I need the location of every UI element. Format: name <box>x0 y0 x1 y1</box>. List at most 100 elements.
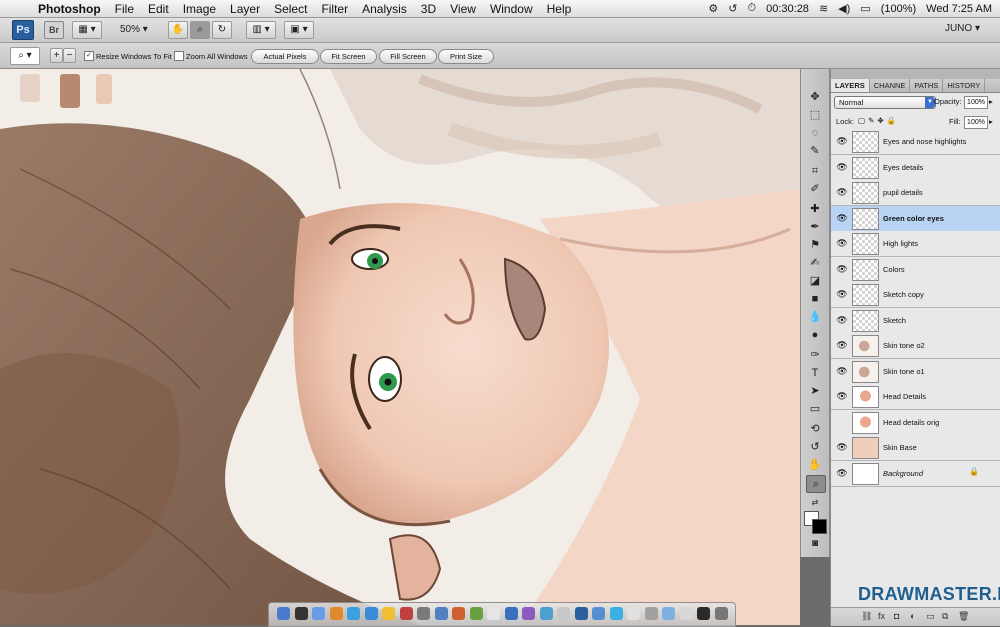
eye-icon[interactable]: 👁 <box>836 441 848 453</box>
eye-icon[interactable]: 👁 <box>836 339 848 351</box>
screen-mode-button[interactable]: ▣ ▾ <box>284 21 314 39</box>
workspace-switcher[interactable]: JUNO ▾ <box>945 23 980 34</box>
zoom-in-mode-button[interactable]: + <box>50 48 63 63</box>
history-brush-tool-icon[interactable]: ✍ <box>806 255 824 271</box>
menu-edit[interactable]: Edit <box>148 2 169 16</box>
dock-app-icon[interactable] <box>557 607 570 620</box>
move-tool-icon[interactable]: ✥ <box>806 89 824 105</box>
eye-icon[interactable]: 👁 <box>836 288 848 300</box>
rotate-view-button[interactable]: ↻ <box>212 21 232 39</box>
menu-help[interactable]: Help <box>547 2 572 16</box>
dock-app-icon[interactable] <box>504 607 518 620</box>
dock-app-icon[interactable] <box>487 607 500 620</box>
menu-select[interactable]: Select <box>274 2 307 16</box>
lock-pixels-icon[interactable]: ✎ <box>868 116 874 125</box>
menu-view[interactable]: View <box>450 2 476 16</box>
battery-icon[interactable]: ▭ <box>860 2 870 15</box>
dock-app-icon[interactable] <box>592 607 605 620</box>
type-tool-icon[interactable]: T <box>806 365 824 381</box>
dodge-tool-icon[interactable]: ● <box>806 327 824 343</box>
dock-app-icon[interactable] <box>347 607 360 620</box>
dock-app-icon[interactable] <box>522 607 535 620</box>
delete-layer-icon[interactable]: 🗑 <box>958 611 969 622</box>
menu-image[interactable]: Image <box>183 2 216 16</box>
dock-app-icon[interactable] <box>679 607 693 620</box>
tab-history[interactable]: HISTORY <box>943 79 986 92</box>
layer-row[interactable]: 👁 Sketch copy <box>831 282 1000 308</box>
eye-icon[interactable]: 👁 <box>836 135 848 147</box>
clone-stamp-tool-icon[interactable]: ⚑ <box>806 237 824 253</box>
dock-app-icon[interactable] <box>609 607 623 620</box>
dock-app-icon[interactable] <box>469 607 483 620</box>
menu-3d[interactable]: 3D <box>421 2 436 16</box>
zoom-tool-icon[interactable]: ⌕ <box>806 475 826 493</box>
eye-icon[interactable]: 👁 <box>836 390 848 402</box>
menu-file[interactable]: File <box>115 2 134 16</box>
opacity-field[interactable]: 100% <box>964 96 988 109</box>
layer-row[interactable]: 👁 Colors <box>831 256 1000 283</box>
gradient-tool-icon[interactable]: ■ <box>806 291 824 307</box>
menu-analysis[interactable]: Analysis <box>362 2 407 16</box>
lock-transparency-icon[interactable]: ▢ <box>858 116 865 125</box>
print-size-button[interactable]: Print Size <box>438 49 494 64</box>
3d-rotate-tool-icon[interactable]: ⟲ <box>806 421 824 437</box>
fill-field[interactable]: 100% <box>964 116 988 129</box>
eye-icon[interactable]: 👁 <box>836 365 848 377</box>
adjustment-layer-icon[interactable]: ◐ <box>910 611 915 621</box>
fill-slider-button[interactable]: ▸ <box>989 117 993 126</box>
zoom-out-mode-button[interactable]: − <box>63 48 76 63</box>
marquee-tool-icon[interactable]: ⬚ <box>806 107 824 123</box>
quick-select-tool-icon[interactable]: ✎ <box>806 143 824 159</box>
view-extras-button[interactable]: ▦ ▾ <box>72 21 102 39</box>
fit-screen-button[interactable]: Fit Screen <box>320 49 377 64</box>
volume-icon[interactable]: ◀) <box>838 2 850 15</box>
clock-text[interactable]: Wed 7:25 AM <box>926 3 992 15</box>
creative-cloud-icon[interactable]: ⚙ <box>708 2 718 15</box>
3d-orbit-tool-icon[interactable]: ↺ <box>806 439 824 455</box>
layer-row[interactable]: 👁 pupil details <box>831 180 1000 206</box>
app-menu-photoshop[interactable]: Photoshop <box>38 2 101 16</box>
tab-paths[interactable]: PATHS <box>910 79 944 92</box>
eye-icon[interactable]: 👁 <box>836 237 848 249</box>
tool-preset-picker[interactable]: ⌕ ▾ <box>10 47 40 65</box>
eye-icon[interactable]: 👁 <box>836 467 848 479</box>
eye-icon[interactable]: 👁 <box>836 186 848 198</box>
layer-row[interactable]: Head details orig <box>831 409 1000 436</box>
menu-filter[interactable]: Filter <box>321 2 348 16</box>
layer-row[interactable]: 👁 Skin tone o2 <box>831 333 1000 359</box>
dock-app-icon[interactable] <box>539 607 553 620</box>
new-group-icon[interactable]: ▭ <box>926 611 935 622</box>
dock-app-icon[interactable] <box>294 607 308 620</box>
dock-app-icon[interactable] <box>399 607 413 620</box>
pen-tool-icon[interactable]: ✑ <box>806 347 824 363</box>
dock-app-icon[interactable] <box>382 607 395 620</box>
eye-hidden-icon[interactable] <box>836 416 848 428</box>
bridge-launch-button[interactable]: Br <box>44 21 64 39</box>
hand-tool-button[interactable]: ✋ <box>168 21 188 39</box>
dock-app-icon[interactable] <box>714 607 728 620</box>
eye-icon[interactable]: 👁 <box>836 161 848 173</box>
eye-icon[interactable]: 👁 <box>836 212 848 224</box>
dock-app-icon[interactable] <box>277 607 290 620</box>
background-color-swatch[interactable] <box>812 519 827 534</box>
new-layer-icon[interactable]: ⧉ <box>942 611 948 622</box>
blend-mode-select[interactable]: Normal ▼ <box>834 96 936 109</box>
layer-row[interactable]: 👁 High lights <box>831 231 1000 257</box>
layer-row[interactable]: 👁 Head Details <box>831 384 1000 410</box>
tab-channels[interactable]: CHANNE <box>870 79 911 92</box>
tab-layers[interactable]: LAYERS <box>831 79 870 92</box>
dock-app-icon[interactable] <box>329 607 343 620</box>
arrange-documents-button[interactable]: ▥ ▾ <box>246 21 276 39</box>
resize-windows-checkbox[interactable]: ✓ Resize Windows To Fit <box>84 51 172 61</box>
opacity-slider-button[interactable]: ▸ <box>989 97 993 106</box>
dock-app-icon[interactable] <box>627 607 640 620</box>
panel-title-bar[interactable] <box>831 69 1000 79</box>
lock-all-icon[interactable]: 🔒 <box>887 116 896 125</box>
dock-app-icon[interactable] <box>644 607 658 620</box>
fill-screen-button[interactable]: Fill Screen <box>379 49 437 64</box>
layer-row[interactable]: 👁 Skin tone o1 <box>831 358 1000 385</box>
dock-app-icon[interactable] <box>417 607 430 620</box>
quick-mask-icon[interactable]: ◙ <box>806 536 824 552</box>
layer-style-icon[interactable]: fx <box>878 611 885 621</box>
eye-icon[interactable]: 👁 <box>836 314 848 326</box>
